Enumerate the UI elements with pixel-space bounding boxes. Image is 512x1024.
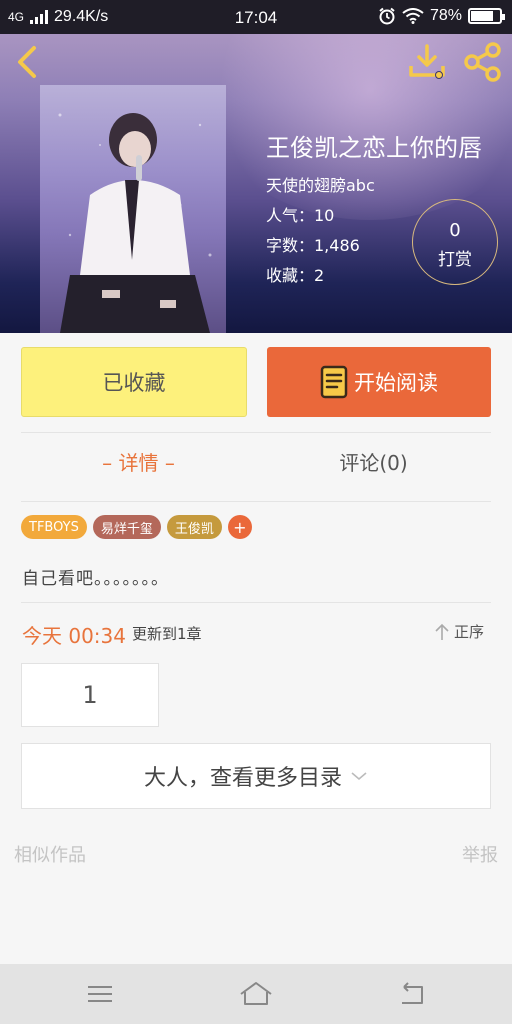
arrow-up-icon (435, 623, 449, 640)
back-chevron-icon[interactable] (10, 42, 46, 82)
update-text: 更新到1章 (132, 625, 202, 643)
chapter-number: 1 (82, 681, 98, 709)
chevron-down-icon (351, 772, 367, 781)
similar-works-label: 相似作品 (14, 845, 86, 866)
favorited-button[interactable]: 已收藏 (21, 347, 247, 417)
home-icon[interactable] (236, 978, 276, 1010)
book-title: 王俊凯之恋上你的唇 (266, 134, 482, 162)
tag-list: TFBOYS 易烊千玺 王俊凯 + (21, 515, 252, 539)
word-count-stat: 字数：1,486 (266, 236, 360, 255)
reward-button[interactable]: 0 打赏 (412, 199, 498, 285)
chapter-item[interactable]: 1 (21, 663, 159, 727)
tag-item[interactable]: 易烊千玺 (92, 515, 161, 539)
sort-order-button[interactable]: 正序 (434, 621, 484, 642)
divider-intro (21, 602, 491, 603)
book-icon (320, 365, 348, 399)
sort-label: 正序 (454, 623, 485, 641)
more-toc-button[interactable]: 大人，查看更多目录 (21, 743, 491, 809)
tab-detail[interactable]: – 详情 – (21, 447, 256, 476)
tag-item[interactable]: TFBOYS (21, 515, 87, 539)
add-tag-button[interactable]: + (227, 515, 252, 539)
wifi-icon (402, 8, 424, 24)
report-button[interactable]: 举报 (462, 841, 498, 867)
divider-top (21, 432, 491, 433)
reward-count: 0 (449, 220, 461, 241)
popularity-stat: 人气：10 (266, 206, 335, 225)
system-nav-bar (0, 964, 512, 1024)
status-bar: 4G 29.4K/s 17:04 78% (0, 0, 512, 34)
start-reading-label: 开始阅读 (354, 371, 438, 395)
favorited-label: 已收藏 (102, 371, 166, 395)
battery-percent: 78% (429, 7, 462, 24)
menu-icon[interactable] (80, 978, 120, 1010)
tab-comments[interactable]: 评论(0) (256, 447, 491, 476)
cover-illustration (58, 113, 212, 333)
alarm-icon (379, 7, 395, 25)
more-toc-label: 大人，查看更多目录 (143, 766, 342, 791)
book-intro: 自己看吧。。。。。。。 (22, 569, 169, 589)
share-icon[interactable] (462, 42, 504, 82)
download-icon[interactable] (406, 42, 448, 82)
divider-tabs (21, 501, 491, 502)
status-right: 78% (378, 7, 505, 25)
update-date: 今天 00:34 (22, 624, 126, 648)
book-author[interactable]: 天使的翅膀abc (266, 172, 375, 196)
battery-icon (468, 8, 505, 24)
back-icon[interactable] (392, 978, 432, 1010)
book-cover-image[interactable] (40, 85, 226, 333)
battery-level (471, 11, 493, 21)
tag-item[interactable]: 王俊凯 (166, 515, 222, 539)
reward-label: 打赏 (438, 250, 472, 270)
start-reading-button[interactable]: 开始阅读 (267, 347, 491, 417)
favorites-stat: 收藏：2 (266, 266, 325, 285)
